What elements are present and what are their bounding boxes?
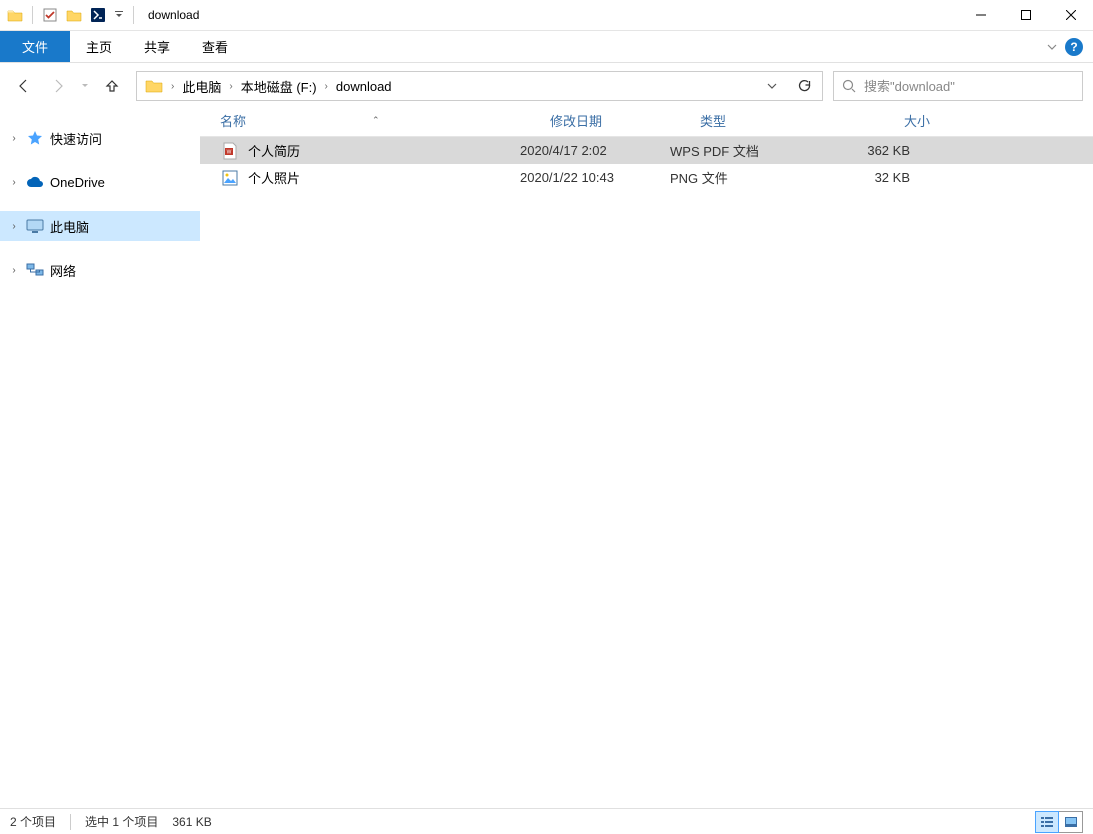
ribbon-tab-file[interactable]: 文件	[0, 31, 70, 62]
file-date: 2020/4/17 2:02	[520, 143, 670, 158]
file-type: WPS PDF 文档	[670, 141, 820, 160]
search-input[interactable]	[864, 79, 1074, 94]
network-icon	[26, 261, 44, 279]
close-button[interactable]	[1048, 0, 1093, 31]
chevron-right-icon[interactable]: ›	[8, 221, 20, 232]
details-view-button[interactable]	[1035, 811, 1059, 833]
cloud-icon	[26, 173, 44, 191]
nav-label: OneDrive	[50, 175, 105, 190]
search-icon	[842, 79, 856, 93]
file-name: 个人照片	[248, 168, 300, 187]
nav-label: 此电脑	[50, 217, 89, 236]
navigation-pane: › 快速访问 › OneDrive › 此电脑 › 网络	[0, 105, 200, 808]
help-icon[interactable]: ?	[1065, 38, 1083, 56]
recent-dropdown-icon[interactable]	[78, 72, 92, 100]
nav-onedrive[interactable]: › OneDrive	[0, 167, 200, 197]
address-bar[interactable]: › 此电脑 › 本地磁盘 (F:) › download	[136, 71, 823, 101]
folder-icon	[6, 4, 24, 26]
qat-dropdown-icon[interactable]	[113, 4, 125, 26]
maximize-button[interactable]	[1003, 0, 1048, 31]
ribbon-tab-view[interactable]: 查看	[186, 31, 244, 62]
ribbon-tab-share[interactable]: 共享	[128, 31, 186, 62]
up-button[interactable]	[98, 72, 126, 100]
nav-quick-access[interactable]: › 快速访问	[0, 123, 200, 153]
nav-label: 快速访问	[50, 129, 102, 148]
image-icon	[220, 168, 240, 188]
navigation-bar: › 此电脑 › 本地磁盘 (F:) › download	[0, 67, 1093, 105]
breadcrumb-this-pc[interactable]: 此电脑	[178, 75, 225, 98]
search-box[interactable]	[833, 71, 1083, 101]
chevron-right-icon[interactable]: ›	[169, 81, 176, 92]
status-selected-size: 361 KB	[172, 815, 211, 829]
address-folder-icon	[145, 78, 163, 94]
svg-text:W: W	[227, 149, 232, 155]
title-bar: download	[0, 0, 1093, 31]
refresh-button[interactable]	[790, 72, 818, 100]
column-header-name[interactable]: 名称 ⌃	[220, 111, 550, 130]
file-name: 个人简历	[248, 141, 300, 160]
status-item-count: 2 个项目	[10, 813, 56, 830]
chevron-right-icon[interactable]: ›	[323, 81, 330, 92]
file-size: 32 KB	[820, 170, 910, 185]
powershell-icon[interactable]	[89, 4, 107, 26]
folder-small-icon[interactable]	[65, 4, 83, 26]
file-date: 2020/1/22 10:43	[520, 170, 670, 185]
column-headers: 名称 ⌃ 修改日期 类型 大小	[200, 105, 1093, 137]
nav-label: 网络	[50, 261, 76, 280]
ribbon-tab-home[interactable]: 主页	[70, 31, 128, 62]
address-dropdown-icon[interactable]	[758, 72, 786, 100]
ribbon-expand-icon[interactable]	[1047, 42, 1057, 52]
chevron-right-icon[interactable]: ›	[8, 265, 20, 276]
file-type: PNG 文件	[670, 168, 820, 187]
status-selected-count: 选中 1 个项目	[85, 813, 158, 830]
star-icon	[26, 129, 44, 147]
column-header-type[interactable]: 类型	[700, 111, 850, 130]
forward-button[interactable]	[44, 72, 72, 100]
column-header-date[interactable]: 修改日期	[550, 111, 700, 130]
ribbon-tabs: 文件 主页 共享 查看 ?	[0, 31, 1093, 63]
nav-network[interactable]: › 网络	[0, 255, 200, 285]
thumbnails-view-button[interactable]	[1059, 811, 1083, 833]
checkbox-icon[interactable]	[41, 4, 59, 26]
sort-asc-icon: ⌃	[372, 115, 380, 126]
file-size: 362 KB	[820, 143, 910, 158]
chevron-right-icon[interactable]: ›	[227, 81, 234, 92]
nav-this-pc[interactable]: › 此电脑	[0, 211, 200, 241]
file-list: W 个人简历 2020/4/17 2:02 WPS PDF 文档 362 KB …	[200, 137, 1093, 808]
file-row[interactable]: 个人照片 2020/1/22 10:43 PNG 文件 32 KB	[200, 164, 1093, 191]
window-title: download	[148, 8, 199, 22]
status-bar: 2 个项目 选中 1 个项目 361 KB	[0, 808, 1093, 834]
column-header-size[interactable]: 大小	[850, 111, 940, 130]
content-pane: 名称 ⌃ 修改日期 类型 大小 W 个人简历 2020/4/17 2:02 WP…	[200, 105, 1093, 808]
pdf-icon: W	[220, 141, 240, 161]
chevron-right-icon[interactable]: ›	[8, 177, 20, 188]
chevron-right-icon[interactable]: ›	[8, 133, 20, 144]
back-button[interactable]	[10, 72, 38, 100]
breadcrumb-folder[interactable]: download	[332, 77, 396, 96]
file-row[interactable]: W 个人简历 2020/4/17 2:02 WPS PDF 文档 362 KB	[200, 137, 1093, 164]
pc-icon	[26, 217, 44, 235]
minimize-button[interactable]	[958, 0, 1003, 31]
breadcrumb-drive[interactable]: 本地磁盘 (F:)	[237, 75, 321, 98]
